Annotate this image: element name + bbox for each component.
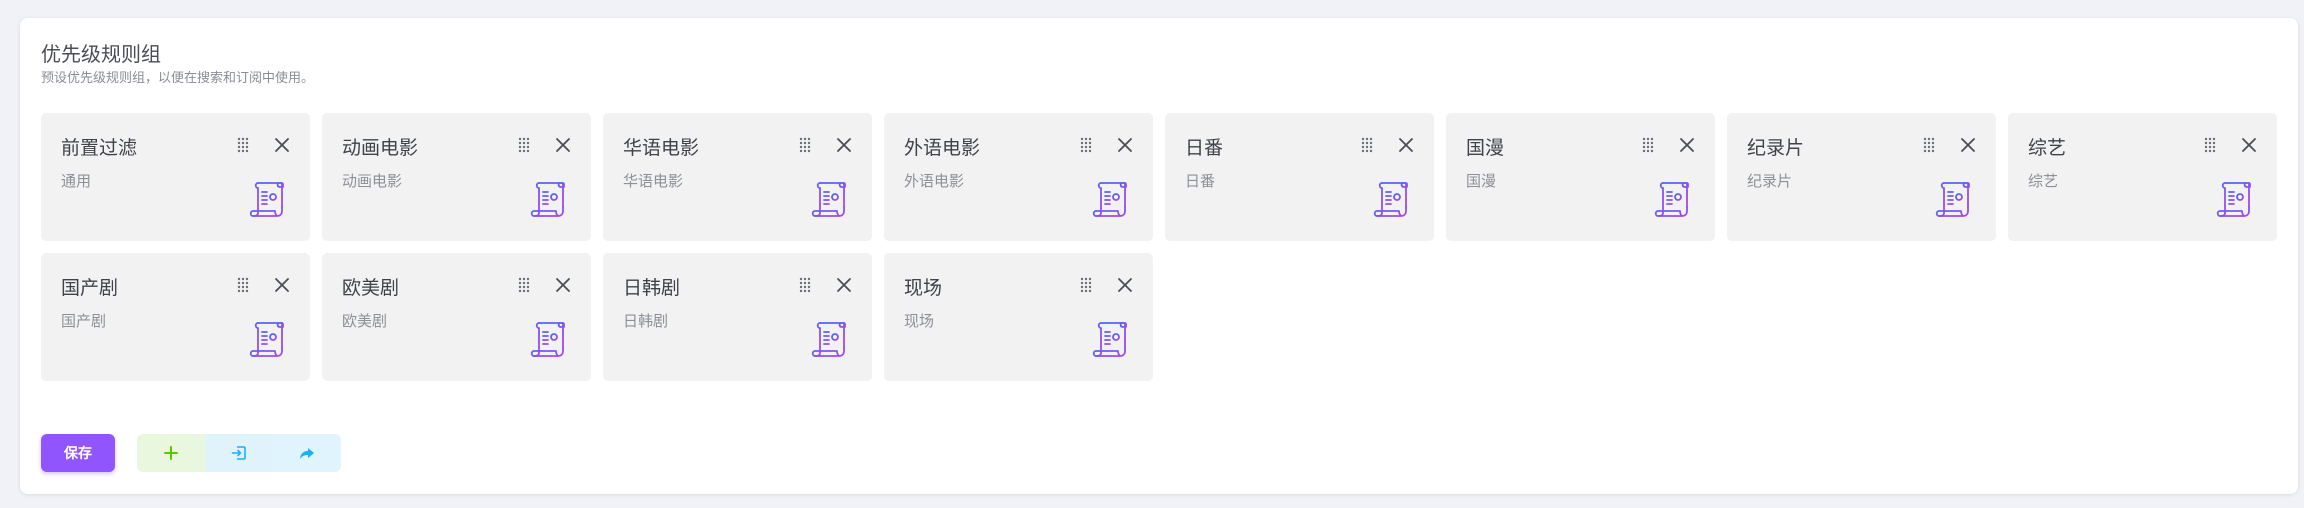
rule-group-description: 日番	[1185, 172, 1216, 190]
rule-group-card[interactable]: 华语电影 华语电影	[603, 113, 872, 241]
close-icon[interactable]	[1959, 136, 1977, 154]
document-scroll-icon	[1935, 182, 1970, 217]
rule-group-description: 纪录片	[1747, 172, 1793, 190]
rule-group-name: 日韩剧	[623, 277, 681, 299]
drag-handle-icon[interactable]	[1360, 137, 1374, 153]
rule-group-description: 通用	[61, 172, 92, 190]
plus-icon	[164, 446, 178, 460]
rule-group-description: 日韩剧	[623, 312, 669, 330]
drag-handle-icon[interactable]	[517, 137, 531, 153]
rule-group-name: 纪录片	[1747, 137, 1805, 159]
rule-group-card[interactable]: 欧美剧 欧美剧	[322, 253, 591, 381]
drag-handle-icon[interactable]	[236, 137, 250, 153]
document-scroll-icon	[249, 322, 284, 357]
rule-group-card[interactable]: 现场 现场	[884, 253, 1153, 381]
close-icon[interactable]	[835, 136, 853, 154]
save-button[interactable]: 保存	[41, 434, 115, 472]
close-icon[interactable]	[554, 276, 572, 294]
rule-group-name: 欧美剧	[342, 277, 400, 299]
rule-group-description: 现场	[904, 312, 935, 330]
drag-handle-icon[interactable]	[798, 277, 812, 293]
import-icon	[231, 446, 246, 460]
drag-handle-icon[interactable]	[1079, 137, 1093, 153]
document-scroll-icon	[2216, 182, 2251, 217]
document-scroll-icon	[811, 182, 846, 217]
close-icon[interactable]	[1397, 136, 1415, 154]
close-icon[interactable]	[1116, 276, 1134, 294]
close-icon[interactable]	[1116, 136, 1134, 154]
rule-group-name: 日番	[1185, 137, 1224, 159]
document-scroll-icon	[530, 322, 565, 357]
rule-group-name: 华语电影	[623, 137, 700, 159]
drag-handle-icon[interactable]	[236, 277, 250, 293]
drag-handle-icon[interactable]	[798, 137, 812, 153]
action-button-group	[137, 434, 341, 472]
drag-handle-icon[interactable]	[1922, 137, 1936, 153]
rule-group-name: 动画电影	[342, 137, 419, 159]
rule-group-card[interactable]: 动画电影 动画电影	[322, 113, 591, 241]
drag-handle-icon[interactable]	[2203, 137, 2217, 153]
rule-group-name: 外语电影	[904, 137, 981, 159]
document-scroll-icon	[1373, 182, 1408, 217]
document-scroll-icon	[811, 322, 846, 357]
rule-group-card[interactable]: 纪录片 纪录片	[1727, 113, 1996, 241]
page-subtitle: 预设优先级规则组，以便在搜索和订阅中使用。	[41, 71, 315, 86]
rule-group-description: 综艺	[2028, 172, 2059, 190]
close-icon[interactable]	[835, 276, 853, 294]
document-scroll-icon	[1654, 182, 1689, 217]
import-button[interactable]	[205, 434, 273, 472]
document-scroll-icon	[1092, 182, 1127, 217]
drag-handle-icon[interactable]	[1641, 137, 1655, 153]
rule-group-card[interactable]: 综艺 综艺	[2008, 113, 2277, 241]
close-icon[interactable]	[2240, 136, 2258, 154]
rule-group-description: 动画电影	[342, 172, 403, 190]
rule-group-name: 现场	[904, 277, 943, 299]
close-icon[interactable]	[273, 136, 291, 154]
close-icon[interactable]	[1678, 136, 1696, 154]
rule-group-description: 国产剧	[61, 312, 107, 330]
rule-group-card[interactable]: 外语电影 外语电影	[884, 113, 1153, 241]
rule-group-card[interactable]: 日韩剧 日韩剧	[603, 253, 872, 381]
rule-group-card[interactable]: 国漫 国漫	[1446, 113, 1715, 241]
rule-group-name: 前置过滤	[61, 137, 138, 159]
rule-group-card[interactable]: 国产剧 国产剧	[41, 253, 310, 381]
share-icon	[300, 448, 314, 459]
close-icon[interactable]	[273, 276, 291, 294]
rule-group-name: 综艺	[2028, 137, 2067, 159]
rule-groups-panel: 优先级规则组 预设优先级规则组，以便在搜索和订阅中使用。 前置过滤 通用 动画电…	[20, 18, 2298, 494]
rule-group-card[interactable]: 日番 日番	[1165, 113, 1434, 241]
close-icon[interactable]	[554, 136, 572, 154]
rule-group-description: 华语电影	[623, 172, 684, 190]
rule-group-name: 国产剧	[61, 277, 119, 299]
share-button[interactable]	[273, 434, 341, 472]
rule-group-description: 欧美剧	[342, 312, 388, 330]
document-scroll-icon	[530, 182, 565, 217]
document-scroll-icon	[249, 182, 284, 217]
rule-group-description: 国漫	[1466, 172, 1497, 190]
page-title: 优先级规则组	[41, 42, 161, 66]
rule-group-name: 国漫	[1466, 137, 1505, 159]
drag-handle-icon[interactable]	[1079, 277, 1093, 293]
drag-handle-icon[interactable]	[517, 277, 531, 293]
add-rule-group-button[interactable]	[137, 434, 205, 472]
document-scroll-icon	[1092, 322, 1127, 357]
rule-group-card[interactable]: 前置过滤 通用	[41, 113, 310, 241]
rule-group-description: 外语电影	[904, 172, 965, 190]
rule-group-grid: 前置过滤 通用 动画电影 动画电影 华语电影 华语电影 外语电影 外语电影 日番…	[41, 113, 2277, 381]
